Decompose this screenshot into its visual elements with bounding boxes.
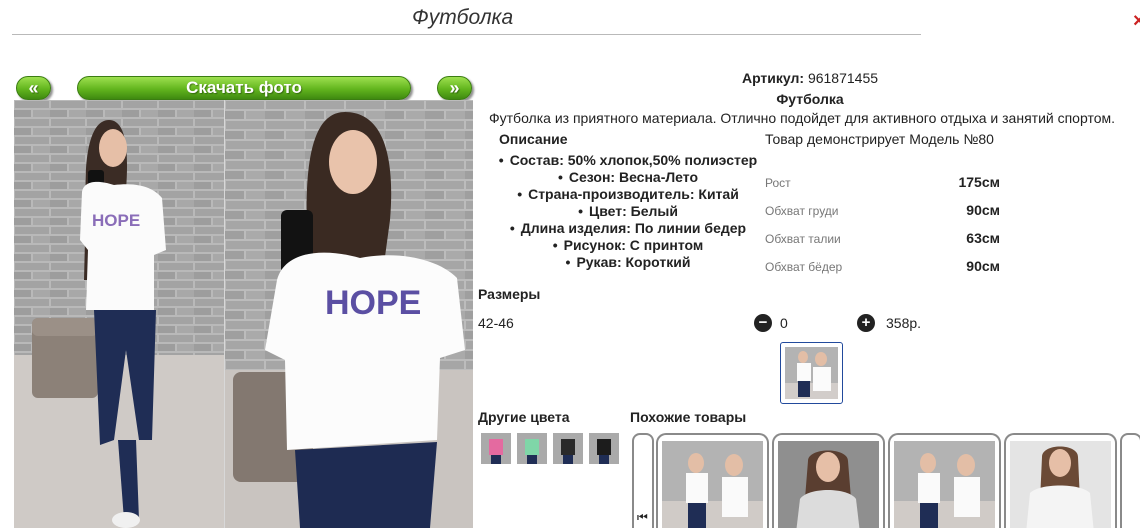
measurement-label: Обхват талии: [765, 232, 841, 246]
similar-product-card[interactable]: [772, 433, 885, 528]
measurement-value: 90см: [966, 258, 1000, 274]
article-label: Артикул:: [741, 70, 805, 86]
minus-circle-icon[interactable]: −: [754, 314, 772, 332]
attribute-item: Рукав: Короткий: [478, 254, 778, 271]
attribute-list: Состав: 50% хлопок,50% полиэстер Сезон: …: [478, 152, 778, 271]
print-text-small: HOPE: [92, 211, 140, 230]
attribute-item: Состав: 50% хлопок,50% полиэстер: [478, 152, 778, 169]
print-text-large: HOPE: [325, 284, 421, 322]
similar-products-heading: Похожие товары: [630, 409, 747, 425]
size-label: 42-46: [478, 315, 514, 331]
description-heading: Описание: [499, 131, 568, 147]
color-swatch-dark[interactable]: [589, 433, 619, 464]
measurement-row: Обхват бёдер 90см: [765, 258, 1000, 276]
photo-gallery: HOPE HOPE: [14, 100, 473, 528]
article-line: Артикул: 961871455: [480, 70, 1140, 86]
measurement-value: 175см: [958, 174, 1000, 190]
product-description: Футболка из приятного материала. Отлично…: [489, 110, 1116, 126]
measurement-value: 90см: [966, 202, 1000, 218]
measurement-row: Рост 175см: [765, 174, 1000, 192]
measurement-label: Рост: [765, 176, 791, 190]
attribute-item: Длина изделия: По линии бедер: [478, 220, 778, 237]
download-photo-button[interactable]: Скачать фото: [77, 76, 411, 100]
product-photo-closeup[interactable]: HOPE: [225, 100, 473, 528]
prev-photo-button[interactable]: «: [16, 76, 51, 100]
product-photo-front[interactable]: HOPE: [14, 100, 224, 528]
color-swatch-black[interactable]: [553, 433, 583, 464]
similar-product-card[interactable]: [1004, 433, 1117, 528]
title-divider: [12, 34, 921, 35]
next-photo-button[interactable]: »: [437, 76, 472, 100]
attribute-item: Цвет: Белый: [478, 203, 778, 220]
carousel-prev-button[interactable]: ⏮: [632, 433, 654, 528]
color-swatch-pink[interactable]: [481, 433, 511, 464]
article-number: 961871455: [807, 70, 879, 86]
measurement-label: Обхват груди: [765, 204, 839, 218]
sizes-heading: Размеры: [478, 286, 541, 302]
model-title: Товар демонстрирует Модель №80: [765, 131, 994, 147]
price: 358р.: [886, 315, 922, 331]
attribute-item: Страна-производитель: Китай: [478, 186, 778, 203]
close-icon[interactable]: ×: [1133, 10, 1140, 33]
attribute-item: Сезон: Весна-Лето: [478, 169, 778, 186]
measurement-label: Обхват бёдер: [765, 260, 843, 274]
measurement-row: Обхват груди 90см: [765, 202, 1000, 220]
quantity-value[interactable]: 0: [780, 315, 788, 331]
attribute-item: Рисунок: С принтом: [478, 237, 778, 254]
carousel-next-button[interactable]: [1120, 433, 1140, 528]
carousel-prev-icon: ⏮: [637, 510, 648, 524]
selected-thumbnail[interactable]: [780, 342, 843, 404]
plus-circle-icon[interactable]: +: [857, 314, 875, 332]
measurement-value: 63см: [966, 230, 1000, 246]
other-colors-heading: Другие цвета: [478, 409, 570, 425]
page-title: Футболка: [412, 6, 514, 29]
product-name: Футболка: [776, 91, 844, 107]
similar-product-card[interactable]: [888, 433, 1001, 528]
similar-product-card[interactable]: [656, 433, 769, 528]
color-swatch-mint[interactable]: [517, 433, 547, 464]
measurement-row: Обхват талии 63см: [765, 230, 1000, 248]
